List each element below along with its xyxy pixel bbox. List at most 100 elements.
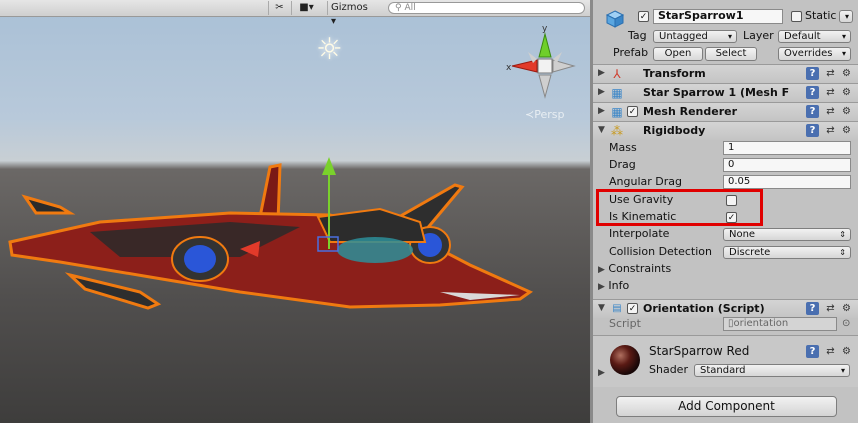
move-gizmo-y-arrow[interactable] xyxy=(322,157,336,175)
chevron-down-icon: ▾ xyxy=(841,49,846,58)
mass-label: Mass xyxy=(609,141,637,154)
interpolate-dropdown[interactable]: None ⇕ xyxy=(723,228,851,241)
preset-icon[interactable]: ⇄ xyxy=(824,105,837,118)
chevron-down-icon: ▾ xyxy=(727,32,732,41)
help-book-icon[interactable]: ? xyxy=(806,345,819,358)
preset-icon[interactable]: ⇄ xyxy=(824,67,837,80)
help-book-icon[interactable]: ? xyxy=(806,67,819,80)
chevron-down-icon: ▾ xyxy=(840,366,845,375)
fold-arrow-icon: ▶ xyxy=(598,282,605,292)
rigidbody-title: Rigidbody xyxy=(643,124,706,137)
camera-icon[interactable]: ■▾ xyxy=(291,1,321,15)
tag-dropdown[interactable]: Untagged ▾ xyxy=(653,30,737,43)
mesh-filter-header[interactable]: ▶ ▦ Star Sparrow 1 (Mesh F ? ⇄ ⚙ xyxy=(593,83,858,102)
script-value: orientation xyxy=(733,318,789,329)
scene-canvas[interactable]: y x xyxy=(0,17,590,423)
material-name: StarSparrow Red xyxy=(649,344,750,358)
script-label: Script xyxy=(609,317,641,330)
help-book-icon[interactable]: ? xyxy=(806,105,819,118)
gear-icon[interactable]: ⚙ xyxy=(840,86,853,99)
fold-arrow-icon[interactable]: ▶ xyxy=(598,68,605,78)
help-book-icon[interactable]: ? xyxy=(806,124,819,137)
gear-icon[interactable]: ⚙ xyxy=(840,345,853,358)
is-kinematic-checkbox[interactable]: ✓ xyxy=(726,212,737,223)
rigidbody-header[interactable]: ▼ ⁂ Rigidbody ? ⇄ ⚙ xyxy=(593,121,858,140)
prefab-select-button[interactable]: Select xyxy=(705,47,757,61)
gizmos-label: Gizmos xyxy=(331,2,368,13)
active-checkbox[interactable]: ✓ xyxy=(638,11,649,22)
help-book-icon[interactable]: ? xyxy=(806,86,819,99)
scene-view[interactable]: ✂ ■▾ Gizmos ▾ ⚲ All ☼ y x ≺Persp xyxy=(0,0,590,423)
perspective-label[interactable]: ≺Persp xyxy=(525,108,564,121)
help-book-icon[interactable]: ? xyxy=(806,302,819,315)
updown-arrow-icon: ⇕ xyxy=(839,230,846,239)
drag-label: Drag xyxy=(609,158,636,171)
static-label: Static xyxy=(805,9,837,22)
layer-dropdown[interactable]: Default ▾ xyxy=(778,30,851,43)
prefab-open-button[interactable]: Open xyxy=(653,47,703,61)
constraints-foldout[interactable]: ▶ Constraints xyxy=(598,262,671,277)
gameobject-cube-icon xyxy=(605,10,625,28)
mass-field[interactable]: 1 xyxy=(723,141,851,155)
material-preview-sphere[interactable] xyxy=(610,345,640,375)
object-picker-icon[interactable]: ⊙ xyxy=(842,317,850,331)
fold-open-arrow-icon[interactable]: ▼ xyxy=(598,125,605,135)
ship-left-lower-wing[interactable] xyxy=(64,272,162,310)
collision-detection-dropdown[interactable]: Discrete ⇕ xyxy=(723,246,851,259)
mesh-filter-title: Star Sparrow 1 (Mesh F xyxy=(643,86,790,99)
hierarchy-search-input[interactable]: ⚲ All xyxy=(388,2,585,14)
gizmo-negy-cone[interactable] xyxy=(538,74,552,99)
shader-label: Shader xyxy=(649,363,688,376)
gizmos-dropdown[interactable]: Gizmos ▾ xyxy=(327,1,379,27)
search-placeholder: All xyxy=(404,3,416,13)
mesh-renderer-enabled-checkbox[interactable]: ✓ xyxy=(627,106,638,117)
gear-icon[interactable]: ⚙ xyxy=(840,67,853,80)
shader-dropdown[interactable]: Standard ▾ xyxy=(694,364,850,377)
orientation-enabled-checkbox[interactable]: ✓ xyxy=(627,303,638,314)
orientation-gizmo[interactable]: y x xyxy=(506,24,576,99)
use-gravity-checkbox[interactable] xyxy=(726,195,737,206)
ship-left-engine-glow xyxy=(184,245,216,273)
mesh-grid-icon: ▦ xyxy=(611,86,623,100)
gear-icon[interactable]: ⚙ xyxy=(840,302,853,315)
prefab-overrides-dropdown[interactable]: Overrides ▾ xyxy=(778,47,851,61)
preset-icon[interactable]: ⇄ xyxy=(824,345,837,358)
interpolate-label: Interpolate xyxy=(609,227,670,240)
search-icon: ⚲ xyxy=(395,3,402,13)
effects-toggle-icon[interactable]: ✂ xyxy=(268,1,290,15)
static-dropdown[interactable]: ▾ xyxy=(839,10,853,23)
angular-drag-label: Angular Drag xyxy=(609,175,682,188)
updown-arrow-icon: ⇕ xyxy=(839,248,846,257)
fold-open-arrow-icon[interactable]: ▼ xyxy=(598,303,605,313)
add-component-button[interactable]: Add Component xyxy=(616,396,837,417)
gizmo-y-cone[interactable] xyxy=(538,32,552,58)
use-gravity-label: Use Gravity xyxy=(609,193,674,206)
object-name-field[interactable]: StarSparrow1 xyxy=(653,9,783,24)
transform-header[interactable]: ▶ ⅄ Transform ? ⇄ ⚙ xyxy=(593,64,858,83)
starsparrow-ship[interactable] xyxy=(8,157,534,310)
info-label: Info xyxy=(608,279,630,292)
is-kinematic-label: Is Kinematic xyxy=(609,210,677,223)
mesh-renderer-header[interactable]: ▶ ▦ ✓ Mesh Renderer ? ⇄ ⚙ xyxy=(593,102,858,121)
fold-arrow-icon[interactable]: ▶ xyxy=(598,106,605,116)
info-foldout[interactable]: ▶ Info xyxy=(598,279,629,294)
static-checkbox[interactable] xyxy=(791,11,802,22)
orientation-script-header[interactable]: ▼ ▤ ✓ Orientation (Script) ? ⇄ ⚙ xyxy=(593,299,858,318)
gear-icon[interactable]: ⚙ xyxy=(840,105,853,118)
angular-drag-field[interactable]: 0.05 xyxy=(723,175,851,189)
gizmo-y-label: y xyxy=(542,24,548,34)
scene-toolbar: ✂ ■▾ Gizmos ▾ ⚲ All xyxy=(0,0,590,27)
drag-field[interactable]: 0 xyxy=(723,158,851,172)
mesh-renderer-title: Mesh Renderer xyxy=(643,105,738,118)
ship-left-rear-wing[interactable] xyxy=(21,194,76,215)
gear-icon[interactable]: ⚙ xyxy=(840,124,853,137)
preset-icon[interactable]: ⇄ xyxy=(824,86,837,99)
fold-arrow-icon[interactable]: ▶ xyxy=(598,87,605,97)
layer-label: Layer xyxy=(743,29,774,42)
preset-icon[interactable]: ⇄ xyxy=(824,124,837,137)
fold-arrow-icon[interactable]: ▶ xyxy=(598,366,605,380)
gizmo-center-cube[interactable] xyxy=(537,58,553,74)
transform-title: Transform xyxy=(643,67,706,80)
preset-icon[interactable]: ⇄ xyxy=(824,302,837,315)
rigidbody-icon: ⁂ xyxy=(611,124,623,138)
